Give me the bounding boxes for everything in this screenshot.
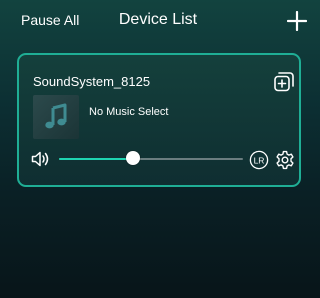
app-header: Pause All Device List [0, 0, 316, 44]
device-card[interactable]: SoundSystem_8125 No Music Select LR [17, 53, 301, 187]
lr-channel-icon: LR [249, 150, 269, 170]
mute-button[interactable] [31, 150, 51, 168]
settings-button[interactable] [275, 150, 295, 170]
add-group-button[interactable] [272, 69, 296, 93]
album-art [33, 95, 79, 139]
device-name: SoundSystem_8125 [33, 74, 151, 89]
plus-icon [286, 10, 308, 32]
volume-fill [59, 158, 133, 160]
track-title: No Music Select [89, 106, 169, 118]
volume-thumb[interactable] [125, 151, 140, 165]
gear-icon [276, 150, 294, 170]
music-note-icon [45, 103, 67, 129]
speaker-icon [31, 151, 49, 167]
lr-label: LR [254, 155, 265, 165]
add-device-button[interactable] [286, 10, 308, 32]
add-group-icon [274, 72, 294, 92]
page-title: Device List [118, 11, 198, 28]
volume-slider[interactable] [59, 151, 243, 167]
lr-channel-button[interactable]: LR [249, 150, 269, 170]
